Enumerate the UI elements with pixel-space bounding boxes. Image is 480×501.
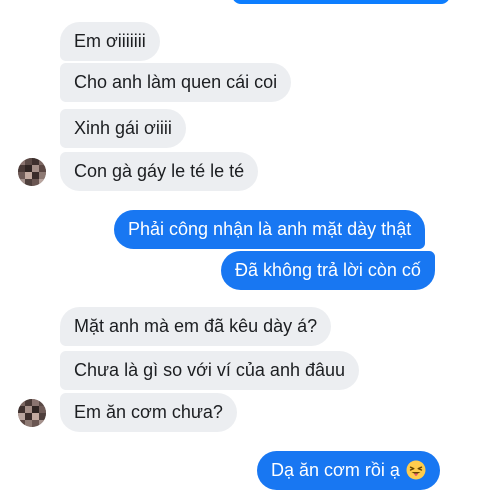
avatar-pixel bbox=[32, 406, 39, 413]
incoming-message[interactable]: Xinh gái ơiiii bbox=[60, 109, 186, 148]
avatar-pixel bbox=[32, 179, 39, 186]
avatar-pixel bbox=[25, 165, 32, 172]
avatar-pixel bbox=[25, 158, 32, 165]
incoming-message[interactable]: Mặt anh mà em đã kêu dày á? bbox=[60, 307, 332, 346]
outgoing-message[interactable]: Dạ ăn cơm rồi ạ bbox=[257, 451, 440, 490]
avatar-pixel bbox=[39, 399, 46, 406]
incoming-message[interactable]: Em ăn cơm chưa? bbox=[60, 393, 237, 432]
contact-avatar-icon[interactable] bbox=[18, 399, 46, 427]
outgoing-message-text: Dạ ăn cơm rồi ạ bbox=[271, 460, 400, 480]
outgoing-message[interactable]: Đã không trả lời còn cố bbox=[221, 251, 435, 290]
avatar-pixel bbox=[18, 179, 25, 186]
avatar-pixel bbox=[32, 413, 39, 420]
avatar-pixel bbox=[18, 413, 25, 420]
avatar-pixel bbox=[18, 158, 25, 165]
avatar-pixel bbox=[39, 172, 46, 179]
avatar-pixel bbox=[18, 420, 25, 427]
avatar-pixel bbox=[25, 172, 32, 179]
avatar-pixel bbox=[32, 172, 39, 179]
avatar-pixel bbox=[32, 399, 39, 406]
incoming-message[interactable]: Cho anh làm quen cái coi bbox=[60, 63, 292, 102]
chat-thread: Em ơiiiiiii Cho anh làm quen cái coi Xin… bbox=[0, 0, 480, 501]
avatar-pixel bbox=[39, 165, 46, 172]
incoming-message[interactable]: Em ơiiiiiii bbox=[60, 22, 160, 61]
avatar-pixel bbox=[25, 179, 32, 186]
tongue-out-emoji-icon bbox=[406, 460, 426, 480]
avatar-pixel bbox=[18, 172, 25, 179]
contact-avatar-icon[interactable] bbox=[18, 158, 46, 186]
outgoing-message[interactable]: Phải công nhận là anh mặt dày thật bbox=[114, 210, 426, 249]
incoming-message[interactable]: Con gà gáy le té le té bbox=[60, 152, 259, 191]
avatar-pixel bbox=[25, 420, 32, 427]
avatar-pixel bbox=[39, 420, 46, 427]
avatar-pixel bbox=[18, 399, 25, 406]
avatar-pixel bbox=[32, 420, 39, 427]
avatar-pixel bbox=[39, 179, 46, 186]
incoming-message[interactable]: Chưa là gì so với ví của anh đâuu bbox=[60, 351, 360, 390]
avatar-pixel bbox=[39, 158, 46, 165]
avatar-pixel bbox=[25, 406, 32, 413]
avatar-pixel bbox=[25, 399, 32, 406]
partial-outgoing-bubble[interactable] bbox=[232, 0, 450, 4]
avatar-pixel bbox=[18, 406, 25, 413]
avatar-pixel bbox=[39, 413, 46, 420]
avatar-pixel bbox=[18, 165, 25, 172]
avatar-pixel bbox=[25, 413, 32, 420]
avatar-pixel bbox=[32, 158, 39, 165]
avatar-pixel bbox=[32, 165, 39, 172]
avatar-pixel bbox=[39, 406, 46, 413]
